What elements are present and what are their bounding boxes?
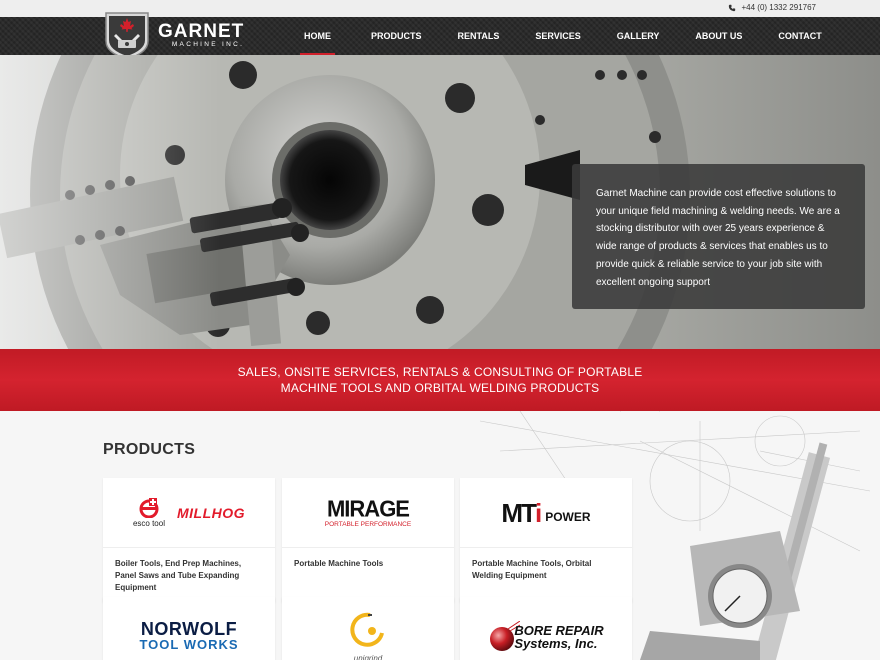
tagline-text: SALES, ONSITE SERVICES, RENTALS & CONSUL… — [237, 365, 643, 395]
primary-nav: HOME PRODUCTS RENTALS SERVICES GALLERY A… — [290, 17, 836, 55]
product-description: Boiler Tools, End Prep Machines, Panel S… — [115, 559, 242, 592]
brand-subtitle: MACHINE INC. — [171, 41, 245, 48]
unigrind-label: unigrind — [353, 654, 383, 660]
hero-banner: Garnet Machine can provide cost effectiv… — [0, 55, 880, 349]
norwolf-label: NORWOLF — [140, 619, 238, 639]
esco-tool-label: esco tool — [132, 518, 165, 528]
nav-services[interactable]: SERVICES — [521, 17, 594, 55]
nav-rentals[interactable]: RENTALS — [444, 17, 514, 55]
nav-about-us[interactable]: ABOUT US — [681, 17, 756, 55]
bore-repair-logo: BORE REPAIR Systems, Inc. — [460, 597, 632, 660]
mti-m-letter: M — [501, 497, 523, 528]
tagline-band: SALES, ONSITE SERVICES, RENTALS & CONSUL… — [0, 349, 880, 411]
product-card-unigrind[interactable]: unigrind — [282, 597, 454, 660]
products-section: PRODUCTS esco tool MILLHOG Boiler Tools,… — [0, 411, 880, 660]
unigrind-logo: unigrind — [282, 597, 454, 660]
nav-products[interactable]: PRODUCTS — [357, 17, 436, 55]
nav-home[interactable]: HOME — [290, 17, 345, 55]
product-card-norwolf[interactable]: NORWOLF TOOL WORKS — [103, 597, 275, 660]
maple-leaf-shield-icon — [105, 12, 149, 60]
mirage-label: MIRAGE — [326, 494, 410, 522]
mti-i-letter: i — [534, 497, 543, 528]
millhog-label: MILLHOG — [176, 504, 246, 521]
hero-intro-text: Garnet Machine can provide cost effectiv… — [596, 188, 840, 288]
unigrind-swirl-icon — [350, 612, 384, 647]
phone-contact[interactable]: +44 (0) 1332 291767 — [728, 3, 816, 12]
mti-power-logo: M T i POWER — [460, 478, 632, 548]
product-card-mirage[interactable]: MIRAGE PORTABLE PERFORMANCE Portable Mac… — [282, 478, 454, 602]
product-card-millhog[interactable]: esco tool MILLHOG Boiler Tools, End Prep… — [103, 478, 275, 602]
mirage-logo: MIRAGE PORTABLE PERFORMANCE — [282, 478, 454, 548]
products-heading: PRODUCTS — [103, 441, 196, 458]
tool-works-label: TOOL WORKS — [139, 637, 239, 652]
product-description: Portable Machine Tools, Orbital Welding … — [472, 559, 592, 580]
nav-gallery[interactable]: GALLERY — [603, 17, 674, 55]
norwolf-logo: NORWOLF TOOL WORKS — [103, 597, 275, 660]
nav-contact[interactable]: CONTACT — [764, 17, 835, 55]
product-card-bore-repair[interactable]: BORE REPAIR Systems, Inc. — [460, 597, 632, 660]
site-logo[interactable]: GARNET MACHINE INC. — [104, 11, 244, 61]
product-description: Portable Machine Tools — [294, 559, 384, 568]
mti-t-letter: T — [521, 497, 537, 528]
product-card-mti-power[interactable]: M T i POWER Portable Machine Tools, Orbi… — [460, 478, 632, 602]
millhog-logo: esco tool MILLHOG — [103, 478, 275, 548]
phone-icon — [729, 4, 736, 11]
hero-intro-box: Garnet Machine can provide cost effectiv… — [572, 164, 865, 309]
esco-tool-icon — [139, 497, 159, 518]
phone-number: +44 (0) 1332 291767 — [741, 3, 816, 12]
brand-name: GARNET — [158, 21, 245, 42]
bore-systems-label: Systems, Inc. — [514, 636, 598, 651]
mti-power-label: POWER — [545, 509, 591, 524]
